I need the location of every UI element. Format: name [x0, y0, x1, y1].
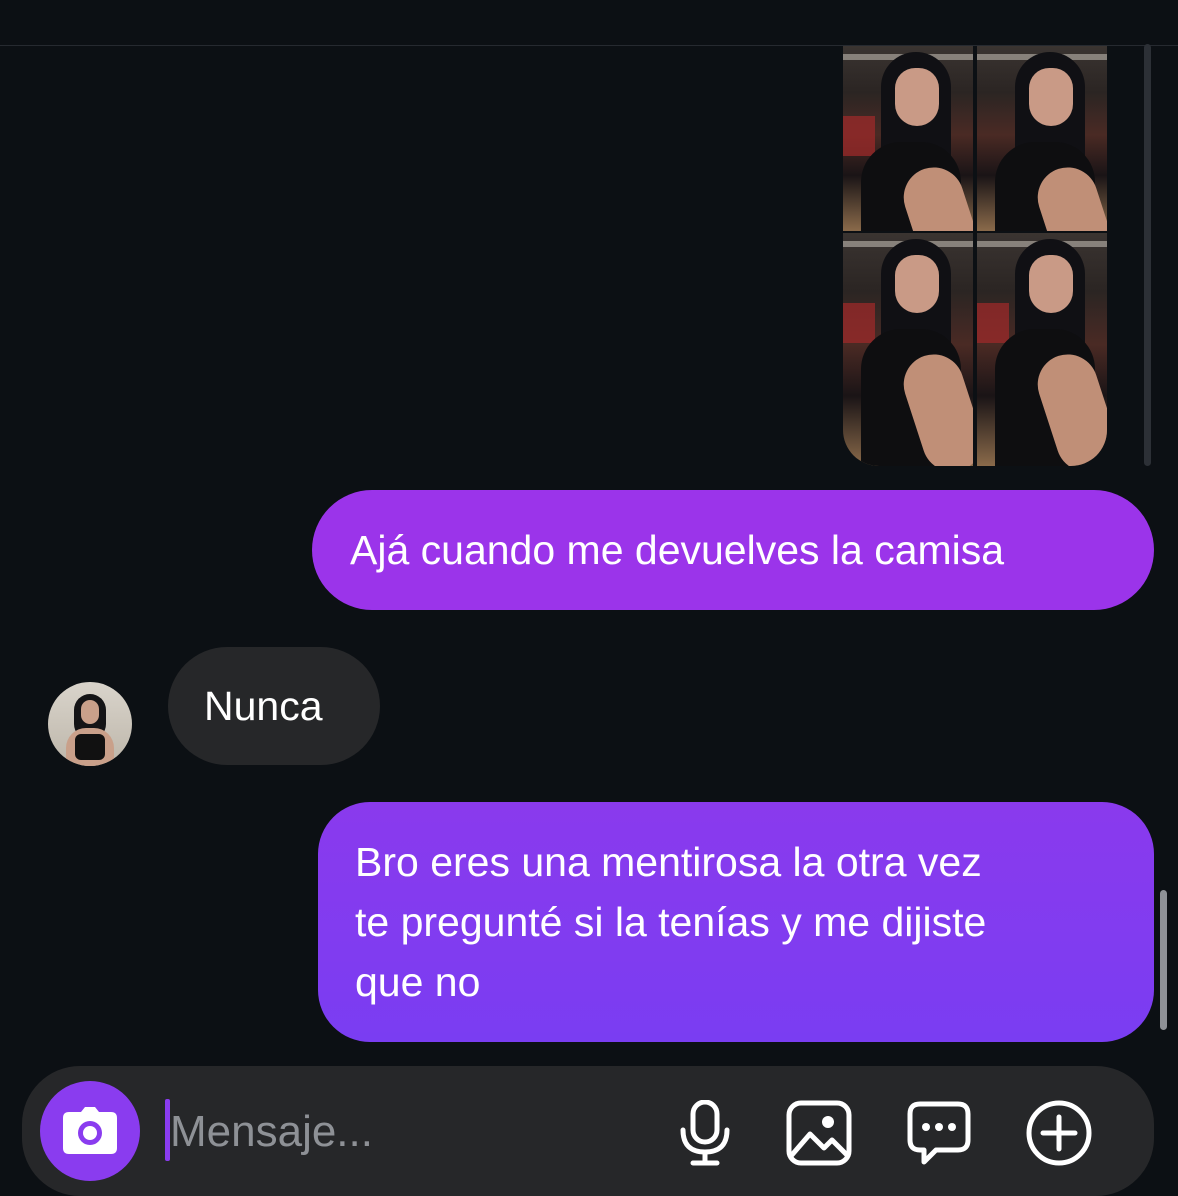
camera-icon: [63, 1107, 117, 1154]
image-icon: [786, 1100, 852, 1166]
message-text: Nunca: [204, 682, 323, 729]
message-text-line: te pregunté si la tenías y me dijiste: [355, 899, 987, 945]
message-text: Ajá cuando me devuelves la camisa: [350, 526, 1005, 573]
gallery-button[interactable]: [784, 1098, 854, 1168]
shared-photo[interactable]: [977, 46, 1107, 231]
message-input[interactable]: [170, 1104, 640, 1160]
add-button[interactable]: [1024, 1098, 1094, 1168]
message-text-line: que no: [355, 959, 481, 1005]
plus-circle-icon: [1026, 1100, 1092, 1166]
sent-message-bubble[interactable]: Bro eres una mentirosa la otra vez te pr…: [318, 802, 1154, 1042]
top-bar: [0, 0, 1178, 46]
shared-photo[interactable]: [977, 233, 1107, 466]
chat-scrollbar[interactable]: [1160, 890, 1167, 1030]
sent-message-bubble[interactable]: Ajá cuando me devuelves la camisa: [312, 490, 1154, 610]
received-message-bubble[interactable]: Nunca: [168, 647, 380, 765]
microphone-button[interactable]: [670, 1098, 740, 1168]
avatar[interactable]: [48, 682, 132, 766]
microphone-icon: [680, 1100, 730, 1166]
shared-photo[interactable]: [843, 46, 973, 231]
shared-photo[interactable]: [843, 233, 973, 466]
media-scrollbar[interactable]: [1144, 44, 1151, 466]
chat-bubble-dots-icon: [907, 1101, 971, 1165]
camera-button[interactable]: [40, 1081, 140, 1181]
message-text-line: Bro eres una mentirosa la otra vez: [355, 839, 982, 885]
shared-photo-grid[interactable]: [843, 46, 1107, 466]
quick-reply-button[interactable]: [904, 1098, 974, 1168]
